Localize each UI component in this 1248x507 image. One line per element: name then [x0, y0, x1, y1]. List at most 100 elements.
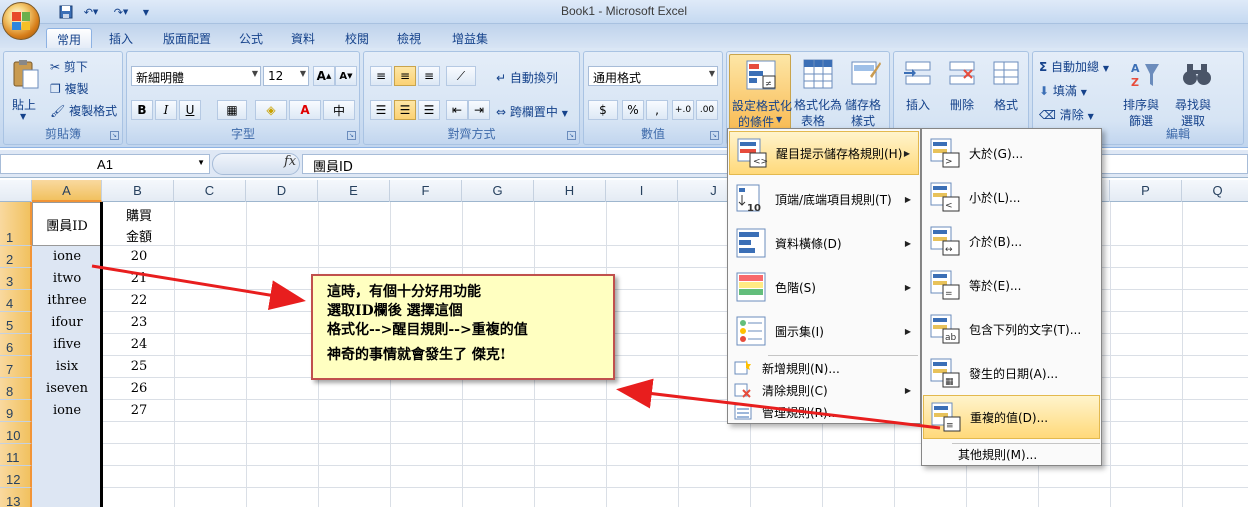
column-header-b[interactable]: B	[102, 180, 174, 202]
tab-data[interactable]: 資料	[282, 28, 324, 48]
column-header-c[interactable]: C	[174, 180, 246, 202]
menu-clear-rules[interactable]: 清除規則(C) ▶	[729, 379, 919, 401]
row-header-10[interactable]: 10	[0, 422, 32, 444]
merge-center-button[interactable]: ⇔ 跨欄置中 ▼	[496, 103, 568, 120]
row-header-11[interactable]: 11	[0, 444, 32, 466]
cell-a6[interactable]: ifive	[32, 337, 102, 352]
fill-button[interactable]: ⬇ 填滿 ▼	[1039, 82, 1087, 99]
submenu-item-less-than[interactable]: < 小於(L)...	[923, 175, 1100, 219]
font-size-box[interactable]: 12 ▼	[263, 66, 309, 86]
column-header-d[interactable]: D	[246, 180, 318, 202]
italic-button[interactable]: I	[155, 100, 177, 120]
submenu-item-text-contains[interactable]: ab 包含下列的文字(T)...	[923, 307, 1100, 351]
tab-addins[interactable]: 增益集	[442, 28, 498, 48]
align-center-icon[interactable]: ☰	[394, 100, 416, 120]
submenu-more-rules[interactable]: 其他規則(M)...	[958, 446, 1037, 463]
font-name-box[interactable]: 新細明體 ▼	[131, 66, 261, 86]
cell-a2[interactable]: ione	[32, 249, 102, 264]
name-box[interactable]: A1 ▼	[0, 154, 210, 174]
column-header-f[interactable]: F	[390, 180, 462, 202]
font-launcher-icon[interactable]: ↘	[347, 131, 356, 140]
increase-indent-icon[interactable]: ⇥	[468, 100, 490, 120]
comma-button[interactable]: ,	[646, 100, 668, 120]
column-header-g[interactable]: G	[462, 180, 534, 202]
orientation-icon[interactable]: ⟋	[446, 66, 476, 86]
menu-color-scales[interactable]: 色階(S) ▶	[729, 265, 919, 309]
cell-b6[interactable]: 24	[104, 337, 174, 352]
format-painter-button[interactable]: 🖌 複製格式	[50, 102, 117, 119]
cell-a7[interactable]: isix	[32, 359, 102, 374]
cell-a4[interactable]: ithree	[32, 293, 102, 308]
border-icon[interactable]: ▦	[217, 100, 247, 120]
column-header-i[interactable]: I	[606, 180, 678, 202]
row-header-1[interactable]: 1	[0, 202, 32, 246]
menu-icon-sets[interactable]: 圖示集(I) ▶	[729, 309, 919, 353]
grow-font-button[interactable]: A ▲	[313, 66, 335, 86]
row-header-6[interactable]: 6	[0, 334, 32, 356]
bold-button[interactable]: B	[131, 100, 153, 120]
column-header-e[interactable]: E	[318, 180, 390, 202]
cell-a3[interactable]: itwo	[32, 271, 102, 286]
paste-button[interactable]: 貼上 ▼	[8, 56, 44, 126]
delete-cells-button[interactable]: 刪除	[942, 54, 982, 124]
row-header-12[interactable]: 12	[0, 466, 32, 488]
number-format-box[interactable]: 通用格式 ▼	[588, 66, 718, 86]
cell-b4[interactable]: 22	[104, 293, 174, 308]
cell-b5[interactable]: 23	[104, 315, 174, 330]
find-select-button[interactable]: 尋找與 選取	[1173, 54, 1221, 130]
autosum-button[interactable]: Σ 自動加總 ▼	[1039, 58, 1109, 75]
tab-view[interactable]: 檢視	[388, 28, 430, 48]
submenu-item-greater-than[interactable]: > 大於(G)...	[923, 131, 1100, 175]
row-header-13[interactable]: 13	[0, 488, 32, 507]
cell-a9[interactable]: ione	[32, 403, 102, 418]
tab-page-layout[interactable]: 版面配置	[152, 28, 222, 48]
column-header-a[interactable]: A	[32, 180, 102, 202]
align-left-icon[interactable]: ☰	[370, 100, 392, 120]
tab-formulas[interactable]: 公式	[230, 28, 272, 48]
row-header-5[interactable]: 5	[0, 312, 32, 334]
menu-new-rule[interactable]: 新增規則(N)...	[729, 357, 919, 379]
decrease-decimal-button[interactable]: .00	[696, 100, 718, 120]
insert-function-icon[interactable]: fx	[284, 154, 296, 169]
paste-dropdown-icon[interactable]: ▼	[20, 112, 26, 121]
cell-a1[interactable]: 團員ID	[32, 215, 102, 234]
cell-a5[interactable]: ifour	[32, 315, 102, 330]
menu-highlight-cell-rules[interactable]: <> 醒目提示儲存格規則(H) ▶	[729, 131, 919, 175]
submenu-item-equal-to[interactable]: = 等於(E)...	[923, 263, 1100, 307]
fill-color-icon[interactable]: ◈	[255, 100, 287, 120]
row-header-4[interactable]: 4	[0, 290, 32, 312]
column-header-p[interactable]: P	[1110, 180, 1182, 202]
cell-b2[interactable]: 20	[104, 249, 174, 264]
cell-b1-line2[interactable]: 金額	[104, 226, 174, 245]
submenu-item-duplicate-values[interactable]: ≡ 重複的值(D)...	[923, 395, 1100, 439]
row-header-9[interactable]: 9	[0, 400, 32, 422]
cell-a8[interactable]: iseven	[32, 381, 102, 396]
row-header-7[interactable]: 7	[0, 356, 32, 378]
row-header-2[interactable]: 2	[0, 246, 32, 268]
menu-top-bottom-rules[interactable]: 10 頂端/底端項目規則(T) ▶	[729, 177, 919, 221]
office-button[interactable]	[2, 2, 40, 40]
tab-insert[interactable]: 插入	[100, 28, 142, 48]
cell-b8[interactable]: 26	[104, 381, 174, 396]
align-middle-icon[interactable]: ≡	[394, 66, 416, 86]
tab-home[interactable]: 常用	[46, 28, 92, 48]
column-header-q[interactable]: Q	[1182, 180, 1248, 202]
cell-b9[interactable]: 27	[104, 403, 174, 418]
underline-button[interactable]: U	[179, 100, 201, 120]
cell-b3[interactable]: 21	[104, 271, 174, 286]
align-top-icon[interactable]: ≡	[370, 66, 392, 86]
align-bottom-icon[interactable]: ≡	[418, 66, 440, 86]
align-right-icon[interactable]: ☰	[418, 100, 440, 120]
number-launcher-icon[interactable]: ↘	[710, 131, 719, 140]
copy-button[interactable]: ❐ 複製	[50, 80, 89, 97]
clear-button[interactable]: ⌫ 清除 ▼	[1039, 106, 1094, 123]
tab-review[interactable]: 校閱	[336, 28, 378, 48]
row-header-3[interactable]: 3	[0, 268, 32, 290]
clipboard-launcher-icon[interactable]: ↘	[110, 131, 119, 140]
currency-button[interactable]: $	[588, 100, 618, 120]
menu-data-bars[interactable]: 資料橫條(D) ▶	[729, 221, 919, 265]
format-cells-button[interactable]: 格式	[986, 54, 1026, 124]
decrease-indent-icon[interactable]: ⇤	[446, 100, 468, 120]
row-header-8[interactable]: 8	[0, 378, 32, 400]
cell-b7[interactable]: 25	[104, 359, 174, 374]
